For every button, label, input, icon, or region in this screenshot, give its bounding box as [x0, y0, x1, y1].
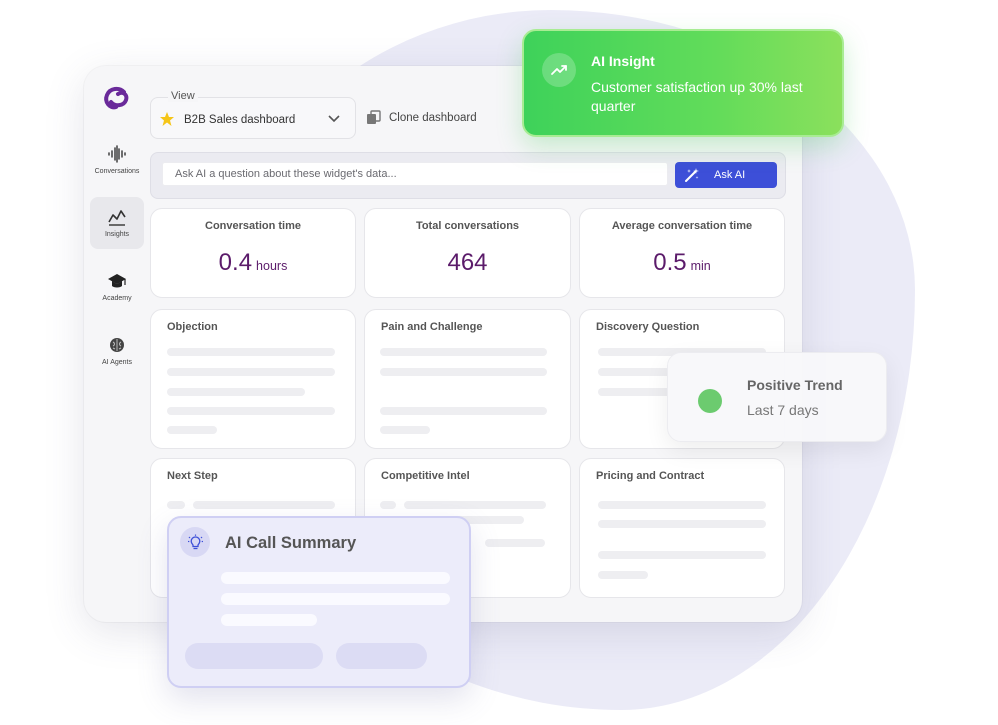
ai-insight-card: AI Insight Customer satisfaction up 30% … — [522, 29, 844, 137]
sidebar-item-label: Academy — [102, 295, 132, 302]
placeholder-bar — [598, 501, 766, 509]
placeholder-button — [185, 643, 323, 669]
widget-objection[interactable]: Objection — [150, 309, 356, 449]
sidebar-item-insights[interactable]: Insights — [90, 197, 144, 249]
stat-value: 0.5 min — [580, 249, 784, 277]
placeholder-bar — [221, 614, 317, 626]
placeholder-bar — [598, 520, 766, 528]
sidebar-item-conversations[interactable]: Conversations — [90, 134, 144, 186]
sidebar-item-label: Insights — [104, 231, 130, 238]
stat-value: 0.4 hours — [151, 249, 355, 277]
stat-number: 0.5 — [653, 249, 687, 276]
sidebar-item-ai-agents[interactable]: AI Agents — [90, 325, 144, 377]
placeholder-bar — [167, 368, 335, 376]
widget-title: Objection — [167, 321, 218, 333]
stat-value: 464 — [365, 249, 570, 277]
widget-title: Pain and Challenge — [381, 321, 483, 333]
placeholder-bar — [380, 426, 430, 434]
stat-unit: hours — [256, 259, 288, 273]
placeholder-button — [336, 643, 427, 669]
chart-icon — [108, 210, 126, 226]
widget-title: Pricing and Contract — [596, 470, 705, 482]
placeholder-bar — [221, 593, 450, 605]
stat-card-total-conversations: Total conversations 464 — [364, 208, 571, 298]
star-icon — [160, 112, 174, 126]
placeholder-bar — [380, 368, 547, 376]
placeholder-bar — [167, 407, 335, 415]
clone-dashboard-label: Clone dashboard — [389, 111, 477, 124]
clone-dashboard-button[interactable]: Clone dashboard — [366, 110, 477, 125]
stat-card-average-conversation-time: Average conversation time 0.5 min — [579, 208, 785, 298]
widget-pain-and-challenge[interactable]: Pain and Challenge — [364, 309, 571, 449]
copy-icon — [367, 110, 381, 124]
ask-ai-button[interactable]: Ask AI — [675, 162, 777, 188]
positive-trend-title: Positive Trend — [747, 377, 843, 393]
placeholder-bar — [485, 539, 545, 547]
placeholder-bar — [598, 551, 766, 559]
stat-number: 0.4 — [218, 249, 253, 276]
chevron-down-icon — [328, 115, 340, 123]
stat-title: Average conversation time — [611, 220, 753, 232]
ask-ai-input[interactable] — [162, 162, 668, 186]
positive-trend-subtitle: Last 7 days — [747, 402, 819, 418]
stat-number: 464 — [447, 249, 488, 276]
sidebar-item-label: Conversations — [94, 168, 140, 175]
ai-insight-title: AI Insight — [591, 53, 655, 69]
placeholder-bar — [167, 426, 217, 434]
placeholder-bar — [404, 501, 546, 509]
waveform-icon — [108, 145, 126, 163]
ai-call-summary-card: AI Call Summary — [167, 516, 471, 688]
lightbulb-icon — [180, 527, 210, 557]
trending-up-icon — [542, 53, 576, 87]
ask-ai-button-label: Ask AI — [714, 169, 746, 181]
brand-logo-icon — [104, 86, 129, 110]
ai-insight-text: Customer satisfaction up 30% last quarte… — [591, 79, 803, 114]
ask-ai-bar: Ask AI — [150, 152, 786, 199]
stat-title: Total conversations — [415, 220, 520, 232]
widget-title: Next Step — [167, 470, 218, 482]
placeholder-bar — [167, 348, 335, 356]
ai-call-summary-title: AI Call Summary — [225, 534, 357, 552]
magic-wand-icon — [685, 168, 699, 182]
widget-pricing-and-contract[interactable]: Pricing and Contract — [579, 458, 785, 598]
view-value: B2B Sales dashboard — [184, 114, 296, 126]
stat-card-conversation-time: Conversation time 0.4 hours — [150, 208, 356, 298]
sidebar: Conversations Insights Academy AI Agents — [84, 66, 150, 622]
placeholder-bar — [221, 572, 450, 584]
placeholder-bar — [380, 407, 547, 415]
view-dropdown[interactable]: B2B Sales dashboard — [150, 97, 356, 139]
placeholder-bar — [167, 388, 305, 396]
view-label: View — [168, 90, 198, 102]
stat-title: Conversation time — [205, 220, 301, 232]
placeholder-bar — [380, 348, 547, 356]
placeholder-bar — [167, 501, 185, 509]
widget-title: Discovery Question — [596, 321, 700, 333]
placeholder-bar — [193, 501, 335, 509]
positive-trend-card: Positive Trend Last 7 days — [667, 352, 887, 442]
brain-icon — [110, 338, 124, 352]
stat-unit: min — [690, 259, 711, 273]
placeholder-bar — [598, 571, 648, 579]
placeholder-bar — [380, 501, 396, 509]
widget-title: Competitive Intel — [381, 470, 470, 482]
graduation-cap-icon — [108, 274, 126, 288]
sidebar-item-label: AI Agents — [102, 359, 132, 366]
sidebar-item-academy[interactable]: Academy — [90, 261, 144, 313]
status-dot — [698, 389, 722, 413]
